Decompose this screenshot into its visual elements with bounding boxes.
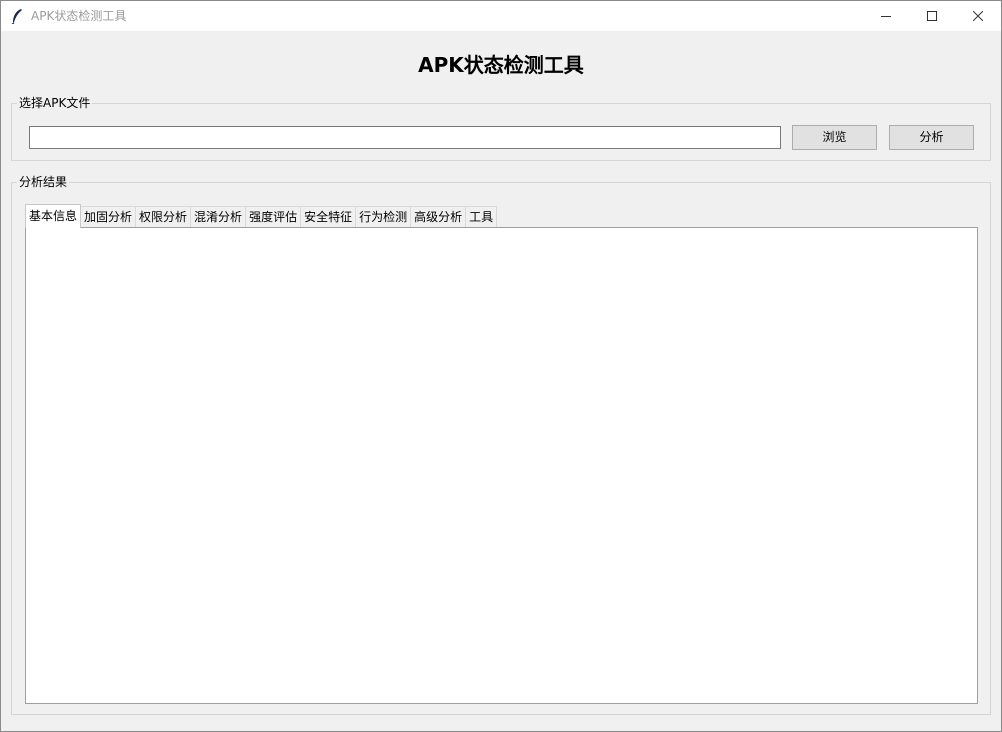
browse-button[interactable]: 浏览 [792,125,877,150]
tab-behavior-detection[interactable]: 行为检测 [356,206,412,227]
close-button[interactable] [955,1,1001,31]
result-group-label: 分析结果 [17,174,70,190]
maximize-icon [927,11,937,21]
page-title: APK状态检测工具 [418,53,584,77]
tab-security-features[interactable]: 安全特征 [301,206,357,227]
minimize-icon [881,16,891,17]
result-group: 分析结果 基本信息 加固分析 权限分析 混淆分析 强度评估 安全特征 行为检测 … [11,174,991,715]
maximize-button[interactable] [909,1,955,31]
feather-icon [10,8,24,25]
tab-basic-info[interactable]: 基本信息 [25,204,82,228]
minimize-button[interactable] [863,1,909,31]
apk-path-input[interactable] [29,126,781,149]
tab-strength-assessment[interactable]: 强度评估 [246,206,302,227]
tab-advanced-analysis[interactable]: 高级分析 [411,206,467,227]
tab-tools[interactable]: 工具 [466,206,498,227]
result-tabs: 基本信息 加固分析 权限分析 混淆分析 强度评估 安全特征 行为检测 高级分析 … [25,204,498,228]
title-bar[interactable]: APK状态检测工具 [1,1,1001,31]
file-select-group: 选择APK文件 浏览 分析 [11,95,991,161]
file-select-group-label: 选择APK文件 [17,95,93,111]
app-window: APK状态检测工具 APK状态检测工具 选择APK文件 浏览 分析 分析结果 基… [0,0,1002,732]
tab-hardening-analysis[interactable]: 加固分析 [81,206,137,227]
tab-permission-analysis[interactable]: 权限分析 [136,206,192,227]
tab-obfuscation-analysis[interactable]: 混淆分析 [191,206,247,227]
close-icon [973,11,983,21]
analyze-button[interactable]: 分析 [889,125,974,150]
tab-content-panel[interactable] [25,227,978,704]
window-title: APK状态检测工具 [31,9,127,23]
